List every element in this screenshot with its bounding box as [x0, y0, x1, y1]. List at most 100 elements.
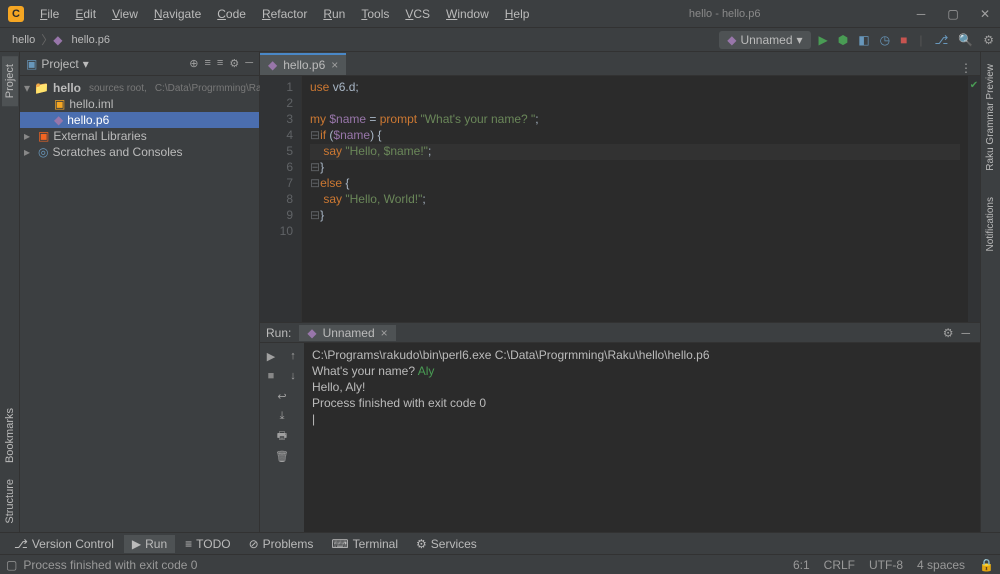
bottom-tab-version-control[interactable]: ⎇Version Control	[6, 535, 122, 553]
debug-button[interactable]: ⬢	[838, 33, 848, 47]
code-line[interactable]: my $name = prompt "What's your name? ";	[310, 112, 960, 128]
menu-navigate[interactable]: Navigate	[148, 5, 207, 23]
menu-tools[interactable]: Tools	[355, 5, 395, 23]
inspection-gutter: ✔	[968, 76, 980, 322]
expand-all-icon[interactable]: ≡	[204, 57, 210, 70]
tool-tab-bookmarks[interactable]: Bookmarks	[2, 400, 18, 471]
collapse-all-icon[interactable]: ≡	[217, 57, 223, 70]
run-config-dropdown[interactable]: ◆ Unnamed ▾	[719, 31, 810, 49]
chevron-down-icon: ▾	[83, 57, 89, 71]
lock-icon[interactable]: 🔒	[979, 558, 994, 572]
run-tool-window: Run: ◆ Unnamed × ⚙ ─ ▶ ↑	[260, 322, 980, 532]
close-button[interactable]: ✕	[978, 7, 992, 21]
menu-code[interactable]: Code	[211, 5, 252, 23]
menu-view[interactable]: View	[106, 5, 144, 23]
hide-run-icon[interactable]: ─	[961, 326, 970, 340]
run-console[interactable]: C:\Programs\rakudo\bin\perl6.exe C:\Data…	[304, 343, 980, 532]
tool-tab-notifications[interactable]: Notifications	[983, 189, 998, 259]
tool-tab-structure[interactable]: Structure	[2, 471, 18, 532]
tree-scratches[interactable]: ▸ ◎ Scratches and Consoles	[20, 144, 259, 160]
tree-root-folder[interactable]: ▾ 📁 hello sources root, C:\Data\Progrmmi…	[20, 80, 259, 96]
project-icon: ▣	[26, 57, 37, 71]
print-icon[interactable]: 🖶	[273, 427, 291, 445]
rerun-icon[interactable]: ▶	[262, 347, 280, 365]
tree-external-libs[interactable]: ▸ ▣ External Libraries	[20, 128, 259, 144]
bottom-tab-terminal[interactable]: ⌨Terminal	[323, 535, 406, 553]
down-icon[interactable]: ↓	[284, 367, 302, 385]
profile-button[interactable]: ◷	[880, 33, 890, 47]
menu-window[interactable]: Window	[440, 5, 495, 23]
minimize-button[interactable]: ─	[914, 7, 928, 21]
iml-file-icon: ▣	[54, 97, 65, 111]
file-encoding[interactable]: UTF-8	[869, 558, 903, 572]
menu-vcs[interactable]: VCS	[399, 5, 436, 23]
menu-help[interactable]: Help	[499, 5, 536, 23]
settings-button[interactable]: ⚙	[983, 33, 994, 47]
run-config-icon: ◆	[727, 33, 736, 47]
code-line[interactable]: ⊟if ($name) {	[310, 128, 960, 144]
status-message: Process finished with exit code 0	[23, 558, 197, 572]
maximize-button[interactable]: ▢	[946, 7, 960, 21]
menu-edit[interactable]: Edit	[69, 5, 102, 23]
project-panel: ▣ Project ▾ ⊕ ≡ ≡ ⚙ ─ ▾ 📁 hello sources …	[20, 52, 260, 532]
delete-icon[interactable]: 🗑	[273, 447, 291, 465]
code-line[interactable]: ⊟}	[310, 160, 960, 176]
menu-run[interactable]: Run	[317, 5, 351, 23]
breadcrumb-root[interactable]: hello	[6, 34, 41, 46]
tab-options-icon[interactable]: ⋮	[952, 61, 980, 75]
editor-tab[interactable]: ◆ hello.p6 ×	[260, 53, 346, 75]
code-line[interactable]	[310, 224, 960, 240]
panel-settings-icon[interactable]: ⚙	[229, 57, 239, 70]
select-opened-file-icon[interactable]: ⊕	[189, 57, 198, 70]
tool-tab-project[interactable]: Project	[2, 56, 18, 106]
code-editor[interactable]: 12345678910 use v6.d;my $name = prompt "…	[260, 76, 980, 322]
term-icon: ⌨	[331, 537, 348, 551]
code-line[interactable]: say "Hello, World!";	[310, 192, 960, 208]
stop-icon[interactable]: ■	[262, 367, 280, 385]
git-button[interactable]: ⎇	[934, 33, 948, 47]
project-view-selector[interactable]: ▣ Project ▾	[26, 57, 185, 71]
menu-file[interactable]: File	[34, 5, 65, 23]
close-tab-icon[interactable]: ×	[331, 58, 338, 72]
caret-position[interactable]: 6:1	[793, 558, 810, 572]
code-line[interactable]	[310, 96, 960, 112]
line-separator[interactable]: CRLF	[824, 558, 855, 572]
scroll-icon[interactable]: ⤓	[273, 407, 291, 425]
run-tab[interactable]: ◆ Unnamed ×	[299, 325, 395, 341]
code-line[interactable]: ⊟}	[310, 208, 960, 224]
tree-file-p6[interactable]: ◆ hello.p6	[20, 112, 259, 128]
inspection-ok-icon: ✔	[968, 80, 980, 91]
bottom-tab-todo[interactable]: ≡TODO	[177, 535, 238, 553]
code-line[interactable]: ⊟else {	[310, 176, 960, 192]
indent-setting[interactable]: 4 spaces	[917, 558, 965, 572]
up-icon[interactable]: ↑	[284, 347, 302, 365]
stop-button[interactable]: ■	[900, 33, 907, 47]
tree-file-iml[interactable]: ▣ hello.iml	[20, 96, 259, 112]
hide-panel-icon[interactable]: ─	[245, 57, 253, 70]
bottom-tab-run[interactable]: ▶Run	[124, 535, 175, 553]
code-content[interactable]: use v6.d; my $name = prompt "What's your …	[302, 76, 968, 322]
breadcrumb-file[interactable]: hello.p6	[66, 34, 117, 46]
root-folder-name: hello	[53, 81, 81, 95]
main-content: Project Bookmarks Structure ▣ Project ▾ …	[0, 52, 1000, 532]
run-label: Run:	[266, 326, 291, 340]
menu-refactor[interactable]: Refactor	[256, 5, 313, 23]
coverage-button[interactable]: ◧	[858, 33, 869, 47]
code-line[interactable]: use v6.d;	[310, 80, 960, 96]
folder-icon: 📁	[34, 81, 49, 95]
tool-tab-raku-preview[interactable]: Raku Grammar Preview	[983, 56, 998, 179]
close-tab-icon[interactable]: ×	[381, 326, 388, 340]
run-button[interactable]: ▶	[819, 33, 828, 47]
tree-file-label: hello.p6	[67, 113, 109, 127]
code-line[interactable]: say "Hello, $name!";	[310, 144, 960, 160]
library-icon: ▣	[38, 129, 49, 143]
gear-icon: ⚙	[416, 537, 427, 551]
bottom-tab-problems[interactable]: ⊘Problems	[241, 535, 322, 553]
bottom-tab-services[interactable]: ⚙Services	[408, 535, 485, 553]
wrap-icon[interactable]: ↩	[273, 387, 291, 405]
run-settings-icon[interactable]: ⚙	[943, 326, 954, 340]
status-bar: ▢ Process finished with exit code 0 6:1 …	[0, 554, 1000, 574]
tree-scratches-label: Scratches and Consoles	[52, 145, 182, 159]
project-panel-title: Project	[41, 57, 78, 71]
search-button[interactable]: 🔍	[958, 33, 973, 47]
